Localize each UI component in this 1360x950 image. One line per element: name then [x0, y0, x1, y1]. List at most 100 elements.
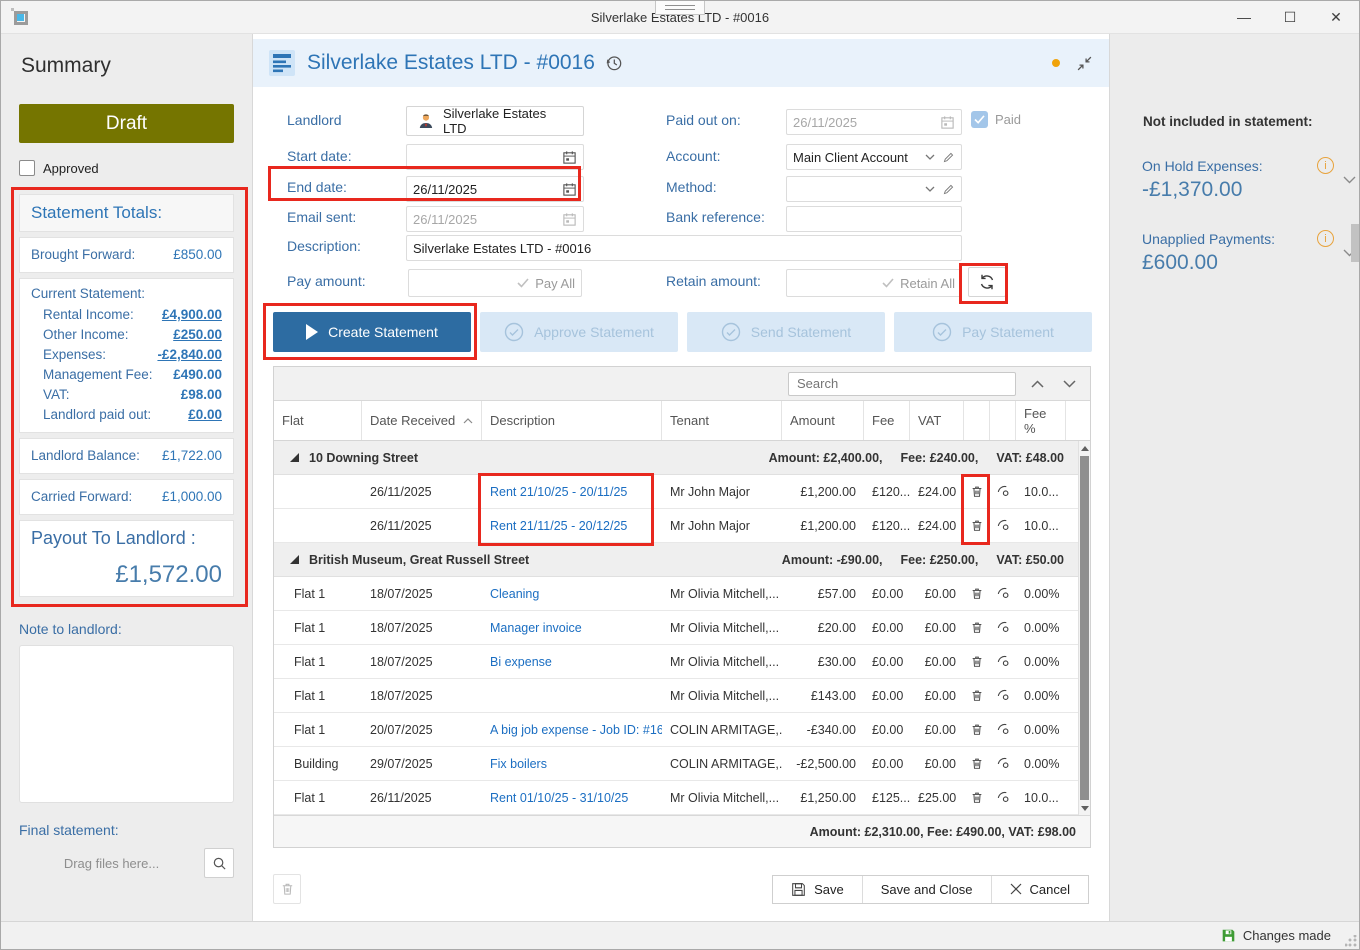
- row-delete-button[interactable]: [964, 586, 990, 601]
- delete-statement-button[interactable]: [273, 874, 301, 904]
- calendar-icon[interactable]: [562, 182, 577, 197]
- row-delete-button[interactable]: [964, 688, 990, 703]
- save-button[interactable]: Save: [773, 876, 863, 903]
- resize-grip[interactable]: [1345, 935, 1357, 947]
- info-icon[interactable]: i: [1317, 230, 1334, 247]
- cell-description-link[interactable]: Cleaning: [482, 587, 662, 601]
- draft-status-button[interactable]: Draft: [19, 104, 234, 143]
- sidebar-scrollbar-thumb[interactable]: [1351, 224, 1359, 262]
- row-delete-button[interactable]: [964, 620, 990, 635]
- cell-description-link[interactable]: Manager invoice: [482, 621, 662, 635]
- row-delete-button[interactable]: [964, 518, 990, 533]
- retain-amount-field[interactable]: Retain All: [786, 269, 962, 297]
- row-delete-button[interactable]: [964, 722, 990, 737]
- approved-checkbox[interactable]: [19, 160, 35, 176]
- cell-description-link[interactable]: Rent 01/10/25 - 31/10/25: [482, 791, 662, 805]
- grid-data-row[interactable]: Flat 1 26/11/2025 Rent 01/10/25 - 31/10/…: [274, 781, 1080, 815]
- column-header-description[interactable]: Description: [482, 401, 662, 440]
- cell-description-link[interactable]: Rent 21/11/25 - 20/12/25: [482, 519, 662, 533]
- row-fee-dial-button[interactable]: [990, 756, 1016, 771]
- cell-description-link[interactable]: Rent 21/10/25 - 20/11/25: [482, 485, 662, 499]
- column-header-vat[interactable]: VAT: [910, 401, 964, 440]
- info-icon[interactable]: i: [1317, 157, 1334, 174]
- row-delete-button[interactable]: [964, 790, 990, 805]
- method-dropdown[interactable]: [786, 176, 962, 202]
- row-delete-button[interactable]: [964, 654, 990, 669]
- drag-files-dropzone[interactable]: Drag files here...: [19, 856, 204, 871]
- retain-amount-input[interactable]: [793, 276, 882, 291]
- create-statement-button[interactable]: Create Statement: [273, 312, 471, 352]
- minimize-button[interactable]: —: [1221, 1, 1267, 33]
- start-date-input[interactable]: [413, 150, 562, 165]
- save-and-close-button[interactable]: Save and Close: [863, 876, 992, 903]
- window-drag-handle[interactable]: [655, 1, 705, 15]
- cell-description-link[interactable]: Fix boilers: [482, 757, 662, 771]
- expenses-value[interactable]: -£2,840.00: [157, 345, 222, 365]
- scroll-up-arrow[interactable]: [1079, 441, 1090, 455]
- grid-data-row[interactable]: Flat 1 18/07/2025 Mr Olivia Mitchell,...…: [274, 679, 1080, 713]
- grid-search-input[interactable]: [788, 372, 1016, 396]
- group-expand-triangle-icon[interactable]: [290, 453, 299, 462]
- landlord-button[interactable]: Silverlake Estates LTD: [406, 106, 584, 136]
- close-button[interactable]: ✕: [1313, 1, 1359, 33]
- row-fee-dial-button[interactable]: [990, 620, 1016, 635]
- recalculate-button[interactable]: [968, 267, 1006, 297]
- scroll-down-arrow[interactable]: [1079, 801, 1090, 815]
- end-date-field[interactable]: [406, 176, 584, 202]
- note-to-landlord-textarea[interactable]: [19, 645, 234, 803]
- group-expand-triangle-icon[interactable]: [290, 555, 299, 564]
- row-fee-dial-button[interactable]: [990, 586, 1016, 601]
- pay-amount-input[interactable]: [415, 276, 517, 291]
- row-delete-button[interactable]: [964, 484, 990, 499]
- row-fee-dial-button[interactable]: [990, 484, 1016, 499]
- description-input[interactable]: [413, 241, 955, 256]
- column-header-date-received[interactable]: Date Received: [362, 401, 482, 440]
- grid-data-row[interactable]: 26/11/2025 Rent 21/11/25 - 20/12/25 Mr J…: [274, 509, 1080, 543]
- history-icon[interactable]: [605, 54, 623, 72]
- scrollbar-thumb[interactable]: [1080, 456, 1089, 800]
- row-fee-dial-button[interactable]: [990, 518, 1016, 533]
- calendar-icon[interactable]: [562, 150, 577, 165]
- approve-statement-button[interactable]: Approve Statement: [480, 312, 678, 352]
- row-delete-button[interactable]: [964, 756, 990, 771]
- column-header-flat[interactable]: Flat: [274, 401, 362, 440]
- grid-data-row[interactable]: Flat 1 20/07/2025 A big job expense - Jo…: [274, 713, 1080, 747]
- row-fee-dial-button[interactable]: [990, 654, 1016, 669]
- column-header-fee-pct[interactable]: Fee %: [1016, 401, 1066, 440]
- row-fee-dial-button[interactable]: [990, 722, 1016, 737]
- collapse-all-button[interactable]: [1026, 373, 1048, 395]
- edit-pencil-icon[interactable]: [942, 183, 955, 196]
- landlord-paid-out-value[interactable]: £0.00: [188, 405, 222, 425]
- grid-vertical-scrollbar[interactable]: [1078, 441, 1090, 815]
- pay-amount-field[interactable]: Pay All: [408, 269, 582, 297]
- chevron-down-icon[interactable]: [925, 154, 935, 160]
- row-fee-dial-button[interactable]: [990, 790, 1016, 805]
- chevron-down-icon[interactable]: [1343, 171, 1356, 189]
- send-statement-button[interactable]: Send Statement: [687, 312, 885, 352]
- cell-description-link[interactable]: A big job expense - Job ID: #161: [482, 723, 662, 737]
- rental-income-value[interactable]: £4,900.00: [162, 305, 222, 325]
- end-date-input[interactable]: [413, 182, 562, 197]
- collapse-panel-icon[interactable]: [1076, 55, 1093, 72]
- browse-files-button[interactable]: [204, 848, 234, 878]
- grid-data-row[interactable]: Flat 1 18/07/2025 Cleaning Mr Olivia Mit…: [274, 577, 1080, 611]
- grid-data-row[interactable]: 26/11/2025 Rent 21/10/25 - 20/11/25 Mr J…: [274, 475, 1080, 509]
- edit-pencil-icon[interactable]: [942, 151, 955, 164]
- bank-reference-input[interactable]: [793, 212, 955, 227]
- grid-group-row[interactable]: British Museum, Great Russell Street Amo…: [274, 543, 1080, 577]
- cancel-button[interactable]: Cancel: [992, 876, 1088, 903]
- grid-group-row[interactable]: 10 Downing Street Amount: £2,400.00,Fee:…: [274, 441, 1080, 475]
- row-fee-dial-button[interactable]: [990, 688, 1016, 703]
- start-date-field[interactable]: [406, 144, 584, 170]
- cell-description-link[interactable]: Bi expense: [482, 655, 662, 669]
- other-income-value[interactable]: £250.00: [173, 325, 222, 345]
- grid-data-row[interactable]: Building 29/07/2025 Fix boilers COLIN AR…: [274, 747, 1080, 781]
- account-dropdown[interactable]: Main Client Account: [786, 144, 962, 170]
- grid-data-row[interactable]: Flat 1 18/07/2025 Manager invoice Mr Oli…: [274, 611, 1080, 645]
- pay-statement-button[interactable]: Pay Statement: [894, 312, 1092, 352]
- bank-reference-field[interactable]: [786, 206, 962, 232]
- column-header-amount[interactable]: Amount: [782, 401, 864, 440]
- maximize-button[interactable]: ☐: [1267, 1, 1313, 33]
- chevron-down-icon[interactable]: [925, 186, 935, 192]
- expand-all-button[interactable]: [1058, 373, 1080, 395]
